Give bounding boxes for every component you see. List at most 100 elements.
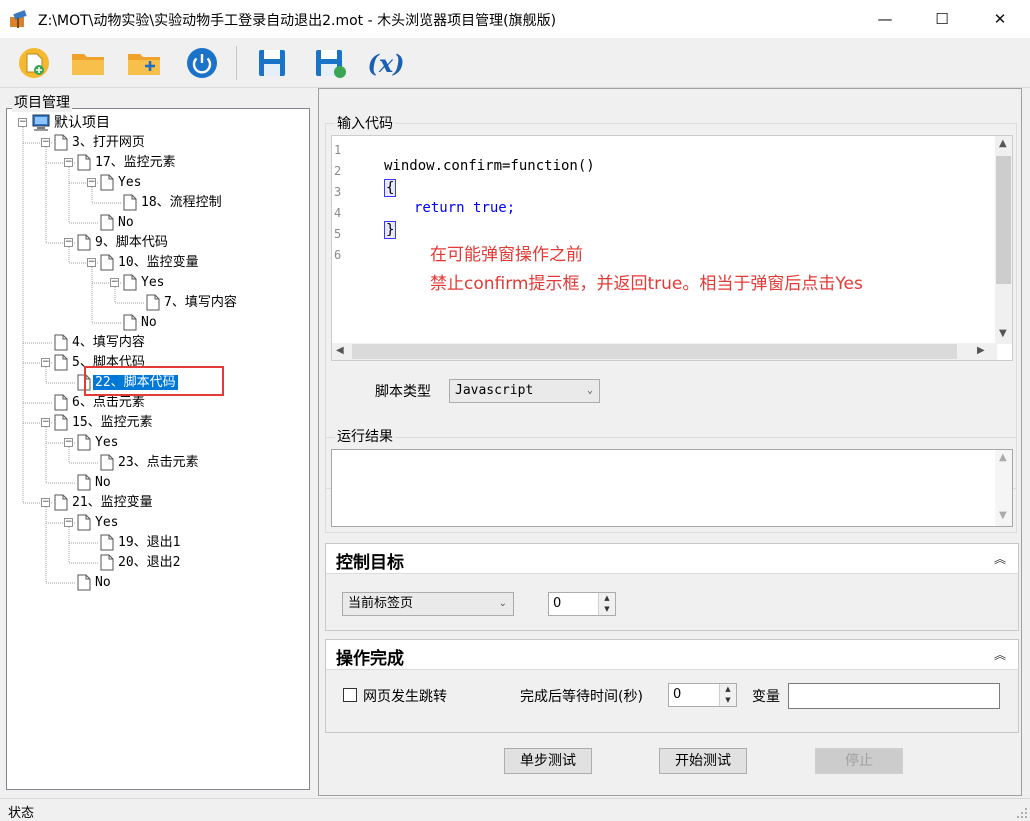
open-folder-button[interactable] [68, 44, 108, 82]
collapse-node-icon[interactable]: − [64, 518, 73, 527]
run-result-output[interactable]: ▲ ▼ [331, 449, 1013, 527]
resize-grip-icon[interactable] [1016, 807, 1028, 819]
power-icon [187, 48, 217, 78]
tree-node[interactable]: 20、退出2 [116, 553, 182, 573]
document-icon [100, 214, 114, 231]
tree-node[interactable]: Yes [116, 173, 143, 193]
document-icon [77, 514, 91, 531]
control-target-header[interactable]: 控制目标 ︽ [326, 544, 1018, 574]
result-vertical-scrollbar[interactable]: ▲ ▼ [995, 450, 1012, 526]
new-project-button[interactable] [14, 44, 54, 82]
step-test-button[interactable]: 单步测试 [504, 748, 592, 774]
tree-node[interactable]: 17、监控元素 [93, 153, 178, 173]
collapse-node-icon[interactable]: − [87, 258, 96, 267]
chevron-down-icon: ⌄ [586, 385, 593, 396]
script-type-select[interactable]: Javascript ⌄ [449, 379, 600, 403]
power-button[interactable] [182, 44, 222, 82]
collapse-icon[interactable]: ︽ [994, 646, 1006, 663]
collapse-node-icon[interactable]: − [18, 118, 27, 127]
operation-done-header[interactable]: 操作完成 ︽ [326, 640, 1018, 670]
result-scroll-up-icon[interactable]: ▲ [999, 452, 1007, 463]
add-folder-button[interactable] [124, 44, 164, 82]
result-scroll-down-icon[interactable]: ▼ [999, 510, 1007, 521]
tree-node-label: 3、打开网页 [72, 135, 145, 150]
tree-node[interactable]: Yes [139, 273, 166, 293]
scroll-down-icon[interactable]: ▼ [999, 328, 1007, 339]
tree-node[interactable]: 19、退出1 [116, 533, 182, 553]
code-hscroll-thumb[interactable] [352, 344, 957, 359]
maximize-button[interactable]: ☐ [913, 0, 971, 38]
line-numbers: 1 2 3 4 5 6 [332, 140, 360, 266]
collapse-node-icon[interactable]: − [41, 138, 50, 147]
collapse-node-icon[interactable]: − [64, 238, 73, 247]
tree-node[interactable]: 3、打开网页 [70, 133, 147, 153]
tree-node[interactable]: 18、流程控制 [139, 193, 224, 213]
save-button[interactable] [252, 44, 292, 82]
line-number: 4 [334, 206, 342, 220]
variable-button[interactable]: (x) [366, 44, 406, 82]
collapse-node-icon[interactable]: − [41, 498, 50, 507]
page-navigate-checkbox[interactable] [343, 688, 357, 702]
code-line-4: return true; [414, 200, 515, 216]
tree-node[interactable]: 4、填写内容 [70, 333, 147, 353]
tree-node[interactable]: Yes [93, 513, 120, 533]
variable-input[interactable] [788, 683, 1000, 709]
start-test-button[interactable]: 开始测试 [659, 748, 747, 774]
tree-node[interactable]: No [93, 573, 113, 593]
tree-node-label: 17、监控元素 [95, 155, 176, 170]
tree-node-label: No [118, 215, 134, 230]
close-button[interactable]: ✕ [971, 0, 1029, 38]
tree-node[interactable]: Yes [93, 433, 120, 453]
minimize-icon: — [877, 10, 893, 28]
tree-node[interactable]: No [139, 313, 159, 333]
document-icon [123, 194, 137, 211]
annotation-highlight-box [84, 366, 224, 396]
document-icon [146, 294, 160, 311]
tab-index-stepper[interactable]: 0 ▲ ▼ [548, 592, 616, 616]
tree-node-label: 18、流程控制 [141, 195, 222, 210]
tree-node-label: 23、点击元素 [118, 455, 199, 470]
tree-node[interactable]: 10、监控变量 [116, 253, 201, 273]
window-title: Z:\MOT\动物实验\实验动物手工登录自动退出2.mot - 木头浏览器项目管… [38, 13, 557, 29]
line-number: 1 [334, 143, 342, 157]
app-icon [10, 10, 27, 28]
line-number: 2 [334, 164, 342, 178]
collapse-node-icon[interactable]: − [110, 278, 119, 287]
tree-node[interactable]: 9、脚本代码 [93, 233, 170, 253]
scroll-left-icon[interactable]: ◀ [336, 345, 344, 356]
close-icon: ✕ [993, 10, 1007, 28]
stop-button[interactable]: 停止 [815, 748, 903, 774]
collapse-node-icon[interactable]: − [41, 418, 50, 427]
tree-node[interactable]: No [116, 213, 136, 233]
tree-node[interactable]: 6、点击元素 [70, 393, 147, 413]
tree-node[interactable]: 默认项目 [52, 113, 112, 133]
document-icon [123, 274, 137, 291]
tree-node[interactable]: 23、点击元素 [116, 453, 201, 473]
wait-time-stepper[interactable]: 0 ▲ ▼ [668, 683, 737, 707]
project-tree[interactable]: − 默认项目 −3、打开网页 −17、监控元素 − Yes 18、流程控制 No −9、脚本代码… [6, 108, 310, 790]
minimize-button[interactable]: — [856, 0, 914, 38]
collapse-icon[interactable]: ︽ [994, 550, 1006, 567]
code-vscroll-thumb[interactable] [996, 156, 1011, 284]
tree-node[interactable]: 15、监控元素 [70, 413, 155, 433]
collapse-node-icon[interactable]: − [41, 358, 50, 367]
save-icon [259, 50, 285, 76]
code-horizontal-scrollbar[interactable]: ◀ ▶ [332, 343, 997, 360]
scroll-up-icon[interactable]: ▲ [999, 138, 1007, 149]
collapse-node-icon[interactable]: − [87, 178, 96, 187]
page-navigate-label: 网页发生跳转 [363, 689, 447, 705]
tree-node-label: Yes [95, 515, 119, 530]
tree-node[interactable]: No [93, 473, 113, 493]
tree-node[interactable]: 21、监控变量 [70, 493, 155, 513]
stepper-arrows-icon[interactable]: ▲ ▼ [719, 684, 736, 706]
collapse-node-icon[interactable]: − [64, 158, 73, 167]
scroll-right-icon[interactable]: ▶ [977, 345, 985, 356]
code-editor[interactable]: 1 2 3 4 5 6 window.confirm=function() { retur… [331, 135, 1013, 361]
new-project-icon [19, 48, 49, 78]
tab-target-select[interactable]: 当前标签页 ⌄ [342, 592, 514, 616]
stepper-arrows-icon[interactable]: ▲ ▼ [598, 593, 615, 615]
save-as-button[interactable] [310, 44, 350, 82]
code-vertical-scrollbar[interactable]: ▲ ▼ [995, 136, 1012, 344]
collapse-node-icon[interactable]: − [64, 438, 73, 447]
tree-node[interactable]: 7、填写内容 [162, 293, 239, 313]
